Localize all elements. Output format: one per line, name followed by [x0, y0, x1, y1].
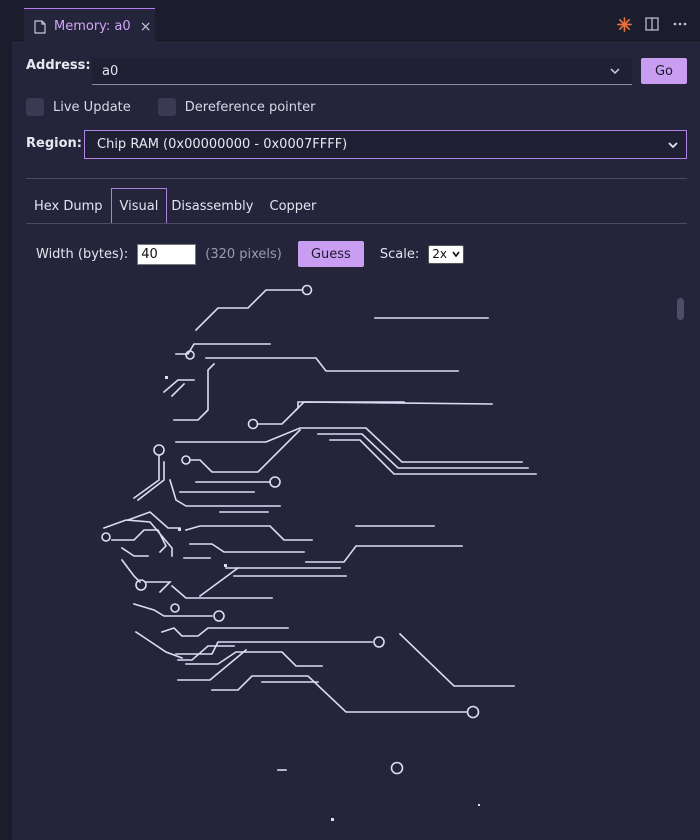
tab-disassembly[interactable]: Disassembly [167, 188, 261, 224]
tab-memory-a0[interactable]: Memory: a0 × [24, 8, 155, 44]
editor-actions [616, 16, 688, 32]
dereference-checkbox[interactable] [157, 98, 176, 116]
dereference-label: Dereference pointer [184, 99, 316, 115]
split-editor-icon[interactable] [644, 16, 660, 32]
visual-controls: Width (bytes): 40 (320 pixels) Guess Sca… [36, 241, 465, 267]
scale-label: Scale: [379, 246, 420, 262]
chevron-down-icon [452, 251, 460, 257]
tab-hex-dump[interactable]: Hex Dump [26, 188, 111, 224]
guess-button[interactable]: Guess [297, 241, 364, 267]
claude-icon[interactable] [616, 16, 632, 32]
tabs-divider [26, 223, 687, 224]
scale-select[interactable]: 2x [428, 244, 465, 264]
address-label: Address: [26, 58, 91, 73]
go-button[interactable]: Go [641, 58, 687, 84]
more-icon[interactable] [672, 16, 688, 32]
address-input[interactable]: a0 [92, 58, 632, 85]
tab-visual[interactable]: Visual [110, 188, 168, 224]
region-label-row: Region: [26, 136, 82, 151]
region-select[interactable]: Chip RAM (0x00000000 - 0x0007FFFF) [84, 130, 687, 159]
live-update-label: Live Update [53, 99, 131, 115]
close-icon[interactable]: × [140, 19, 152, 35]
tab-copper[interactable]: Copper [262, 188, 325, 224]
chevron-down-icon [610, 68, 620, 75]
editor-tab-bar: Memory: a0 × [12, 0, 700, 44]
options-row: Live Update Dereference pointer [26, 98, 342, 116]
pixels-note: (320 pixels) [205, 246, 282, 262]
scrollbar-thumb[interactable] [677, 298, 684, 320]
memory-visual-canvas[interactable] [26, 272, 674, 840]
width-input[interactable]: 40 [137, 243, 197, 265]
live-update-checkbox[interactable] [26, 98, 44, 116]
file-icon [34, 19, 46, 34]
address-label-row: Address: [26, 58, 91, 73]
tab-label: Memory: a0 [54, 19, 131, 34]
view-tabs: Hex Dump Visual Disassembly Copper [26, 188, 324, 224]
scale-value: 2x [432, 247, 447, 261]
region-label: Region: [26, 136, 82, 151]
region-value: Chip RAM (0x00000000 - 0x0007FFFF) [97, 137, 348, 152]
width-label: Width (bytes): [36, 246, 129, 262]
chevron-down-icon [668, 142, 678, 149]
activity-strip [0, 0, 12, 840]
divider [26, 178, 687, 179]
address-value: a0 [102, 63, 119, 79]
